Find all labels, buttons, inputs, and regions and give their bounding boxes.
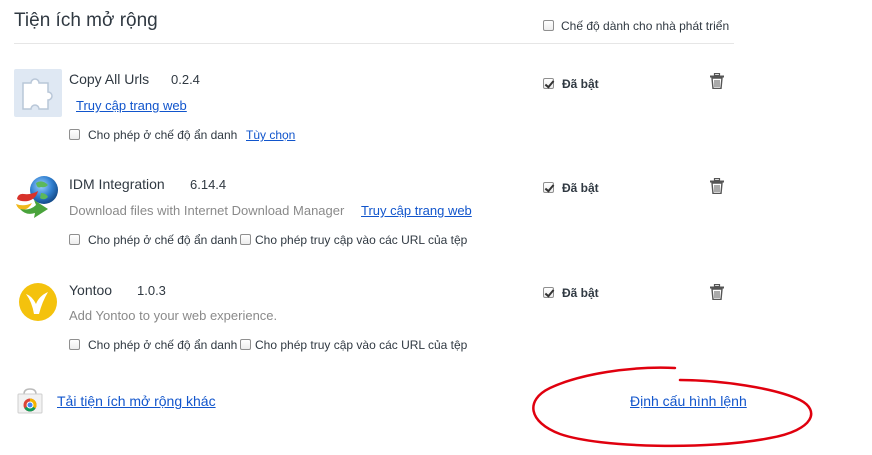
allow-incognito-checkbox[interactable] bbox=[69, 129, 80, 140]
visit-website-link[interactable]: Truy cập trang web bbox=[361, 203, 472, 218]
get-more-extensions-link[interactable]: Tải tiện ích mở rộng khác bbox=[57, 393, 216, 409]
page-title: Tiện ích mở rộng bbox=[14, 10, 158, 31]
enabled-label: Đã bật bbox=[562, 77, 599, 91]
extension-description: Download files with Internet Download Ma… bbox=[69, 203, 345, 218]
enabled-toggle[interactable]: Đã bật bbox=[543, 286, 599, 300]
yontoo-icon bbox=[16, 280, 64, 328]
extension-name: Copy All Urls bbox=[69, 71, 150, 87]
developer-mode-checkbox[interactable] bbox=[543, 20, 554, 31]
red-circle-annotation bbox=[532, 366, 813, 448]
enabled-label: Đã bật bbox=[562, 181, 599, 195]
allow-incognito-label: Cho phép ở chế độ ẩn danh bbox=[88, 233, 238, 247]
extension-version: 0.2.4 bbox=[171, 72, 200, 87]
developer-mode-label: Chế độ dành cho nhà phát triển bbox=[561, 19, 730, 33]
allow-incognito-label: Cho phép ở chế độ ẩn danh bbox=[88, 338, 238, 352]
extension-name: Yontoo bbox=[69, 282, 113, 298]
allow-incognito-label: Cho phép ở chế độ ẩn danh bbox=[88, 128, 238, 142]
extension-description: Add Yontoo to your web experience. bbox=[69, 308, 278, 323]
allow-incognito-option[interactable]: Cho phép ở chế độ ẩn danh bbox=[69, 338, 237, 352]
extension-version: 1.0.3 bbox=[137, 283, 166, 298]
allow-incognito-option[interactable]: Cho phép ở chế độ ẩn danh bbox=[69, 233, 237, 247]
allow-incognito-checkbox[interactable] bbox=[69, 339, 80, 350]
chrome-web-store-icon bbox=[17, 388, 43, 414]
visit-website-link[interactable]: Truy cập trang web bbox=[76, 98, 187, 113]
enabled-label: Đã bật bbox=[562, 286, 599, 300]
title-divider bbox=[14, 43, 734, 44]
extension-version: 6.14.4 bbox=[190, 177, 227, 192]
allow-file-urls-label: Cho phép truy cập vào các URL của tệp bbox=[255, 338, 468, 352]
developer-mode-toggle[interactable]: Chế độ dành cho nhà phát triển bbox=[543, 19, 729, 33]
trash-icon[interactable] bbox=[710, 177, 724, 195]
enabled-checkbox[interactable] bbox=[543, 287, 554, 298]
options-link[interactable]: Tùy chọn bbox=[246, 128, 295, 142]
allow-incognito-option[interactable]: Cho phép ở chế độ ẩn danh bbox=[69, 128, 237, 142]
enabled-checkbox[interactable] bbox=[543, 78, 554, 89]
trash-icon[interactable] bbox=[710, 72, 724, 90]
allow-file-urls-checkbox[interactable] bbox=[240, 339, 251, 350]
allow-incognito-checkbox[interactable] bbox=[69, 234, 80, 245]
enabled-checkbox[interactable] bbox=[543, 182, 554, 193]
allow-file-urls-label: Cho phép truy cập vào các URL của tệp bbox=[255, 233, 468, 247]
puzzle-icon bbox=[14, 69, 62, 117]
extension-name: IDM Integration bbox=[69, 176, 165, 192]
enabled-toggle[interactable]: Đã bật bbox=[543, 181, 599, 195]
allow-file-urls-option[interactable]: Cho phép truy cập vào các URL của tệp bbox=[240, 338, 467, 352]
idm-globe-icon bbox=[14, 173, 62, 221]
allow-file-urls-option[interactable]: Cho phép truy cập vào các URL của tệp bbox=[240, 233, 467, 247]
enabled-toggle[interactable]: Đã bật bbox=[543, 77, 599, 91]
allow-file-urls-checkbox[interactable] bbox=[240, 234, 251, 245]
trash-icon[interactable] bbox=[710, 283, 724, 301]
